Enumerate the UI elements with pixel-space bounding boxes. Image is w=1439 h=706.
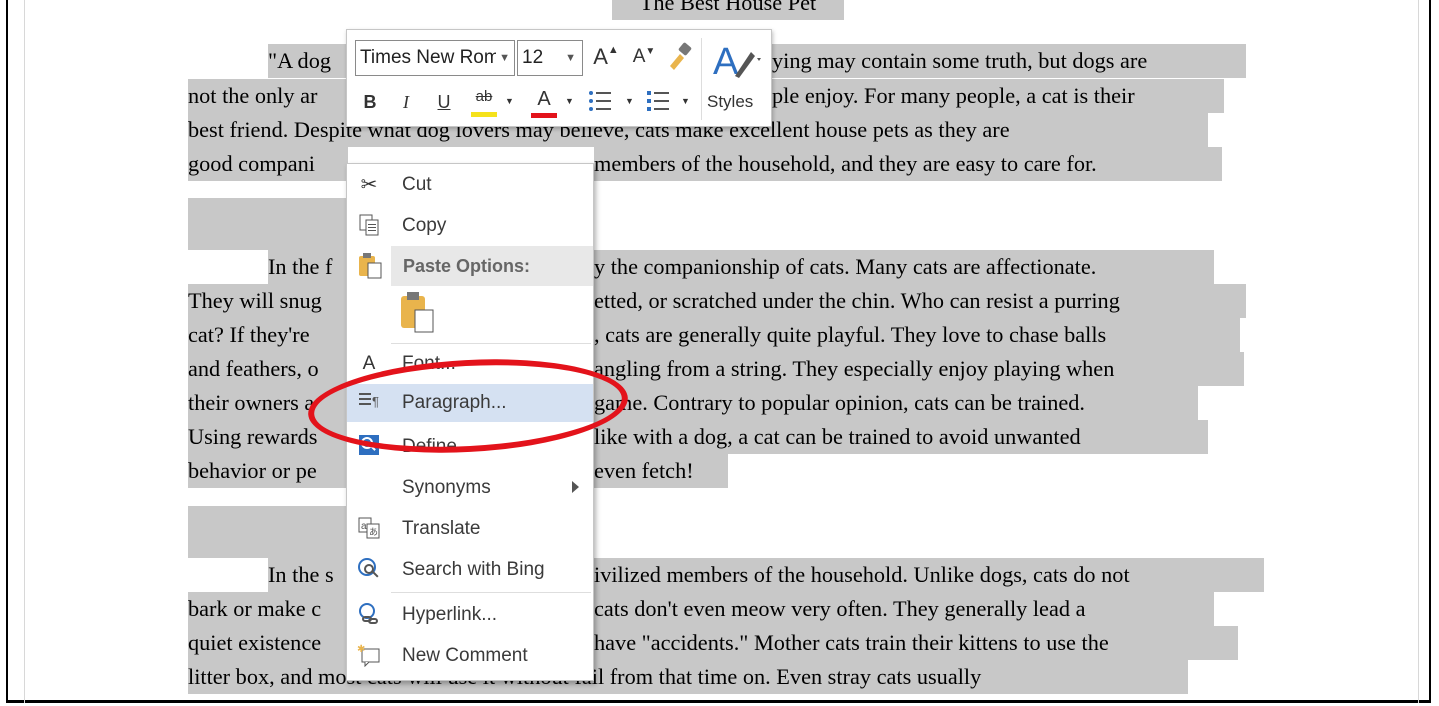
menu-item-copy[interactable]: Copy [347,207,593,245]
chevron-down-icon[interactable]: ▼ [505,96,514,106]
menu-separator [391,343,591,344]
numbering-button[interactable] [645,88,671,118]
up-caret-icon: ▲ [607,44,619,56]
doc-line: have "accidents." Mother cats train thei… [594,626,1238,660]
chevron-down-icon[interactable]: ▼ [625,96,634,106]
doc-line: In the f [268,250,348,284]
doc-line: not the only ar [188,79,348,113]
search-web-icon [355,557,383,583]
doc-line: In the s [268,558,348,592]
menu-item-label: Cut [402,174,432,195]
down-caret-icon: ▼ [645,46,656,57]
font-name-value: Times New Roman [360,47,496,68]
chevron-down-icon[interactable]: ▼ [681,96,690,106]
svg-text:あ: あ [369,527,378,538]
italic-button[interactable]: I [395,92,417,113]
clipboard-icon [401,292,434,333]
menu-item-translate[interactable]: aあ Translate [347,510,593,548]
doc-blank-line [188,506,348,558]
doc-line: litter box, and most cats will use it wi… [188,660,1188,694]
hyperlink-icon [355,602,383,628]
doc-line: members of the household, and they are e… [594,147,1222,181]
format-painter-icon [670,42,692,70]
menu-item-label: Search with Bing [402,559,545,580]
grow-font-button[interactable]: A▲ [593,44,619,74]
shrink-font-icon: A [632,46,646,67]
paste-keep-formatting-button[interactable] [397,290,437,336]
highlight-label: ab [475,88,493,105]
svg-text:✱: ✱ [357,644,365,655]
menu-item-cut[interactable]: ✂ Cut [347,166,593,204]
bullets-button[interactable] [587,88,613,118]
scissors-icon: ✂ [360,174,378,196]
font-color-label: A [537,88,551,110]
menu-item-hyperlink[interactable]: Hyperlink... [347,596,593,634]
translate-icon: aあ [355,516,383,542]
format-painter-button[interactable] [665,42,695,74]
styles-label: Styles [707,92,754,111]
menu-item-label: New Comment [402,645,528,666]
shrink-font-button[interactable]: A▼ [631,46,657,76]
menu-item-synonyms[interactable]: Synonyms [347,469,593,507]
font-color-bar [531,113,557,118]
numbered-list-icon [647,91,669,111]
styles-icon: A [713,41,761,83]
svg-text:a: a [361,521,367,532]
paste-options-label: Paste Options: [403,256,531,276]
font-name-combo[interactable]: Times New Roman ▼ [355,40,515,76]
doc-line: They will snug [188,284,348,318]
doc-line: game. Contrary to popular opinion, cats … [594,386,1198,420]
bold-button[interactable]: B [359,92,381,113]
grow-font-icon: A [593,44,608,69]
underline-button[interactable]: U [433,92,455,113]
menu-item-new-comment[interactable]: ✱ New Comment [347,637,593,675]
font-size-value: 12 [522,47,544,68]
menu-separator [391,592,591,593]
chevron-down-icon[interactable]: ▼ [499,41,510,75]
bullet-list-icon [589,91,611,111]
doc-line: angling from a string. They especially e… [594,352,1244,386]
doc-line: quiet existence [188,626,348,660]
paste-icon [357,252,383,285]
menu-item-label: Synonyms [402,477,491,498]
font-color-button[interactable]: A [531,88,557,118]
menu-item-label: Hyperlink... [402,604,498,625]
menu-item-label: Copy [402,215,447,236]
highlight-button[interactable]: ab [469,88,499,118]
font-size-combo[interactable]: 12 ▼ [517,40,583,76]
doc-line: ying may contain some truth, but dogs ar… [772,44,1246,78]
highlight-color-bar [471,112,497,117]
doc-line: like with a dog, a cat can be trained to… [594,420,1208,454]
doc-line: ple enjoy. For many people, a cat is the… [772,79,1224,113]
copy-icon [355,213,383,239]
doc-line: bark or make c [188,592,348,626]
submenu-arrow-icon [572,481,579,493]
toolbar-divider [701,38,702,120]
menu-item-search-bing[interactable]: Search with Bing [347,551,593,589]
menu-item-label: Translate [402,518,481,539]
doc-line: cats don't even meow very often. They ge… [594,592,1214,626]
doc-line: good compani [188,147,348,181]
doc-line: etted, or scratched under the chin. Who … [594,284,1246,318]
doc-line: ivilized members of the household. Unlik… [594,558,1264,592]
doc-line: y the companionship of cats. Many cats a… [594,250,1214,284]
doc-line: even fetch! [594,454,728,488]
doc-line: , cats are generally quite playful. They… [594,318,1240,352]
chevron-down-icon[interactable]: ▼ [565,41,576,75]
doc-line: cat? If they're [188,318,348,352]
doc-line: behavior or pe [188,454,348,488]
paste-options-header: Paste Options: [391,246,593,286]
svg-text:A: A [713,41,739,83]
doc-blank-line [188,198,348,250]
new-comment-icon: ✱ [355,643,383,669]
doc-line: "A dog [268,44,348,78]
mini-toolbar: Times New Roman ▼ 12 ▼ A▲ A▼ A Styles B … [346,29,772,127]
chevron-down-icon[interactable]: ▼ [565,96,574,106]
doc-line: and feathers, o [188,352,348,386]
doc-title: The Best House Pet [612,0,844,20]
